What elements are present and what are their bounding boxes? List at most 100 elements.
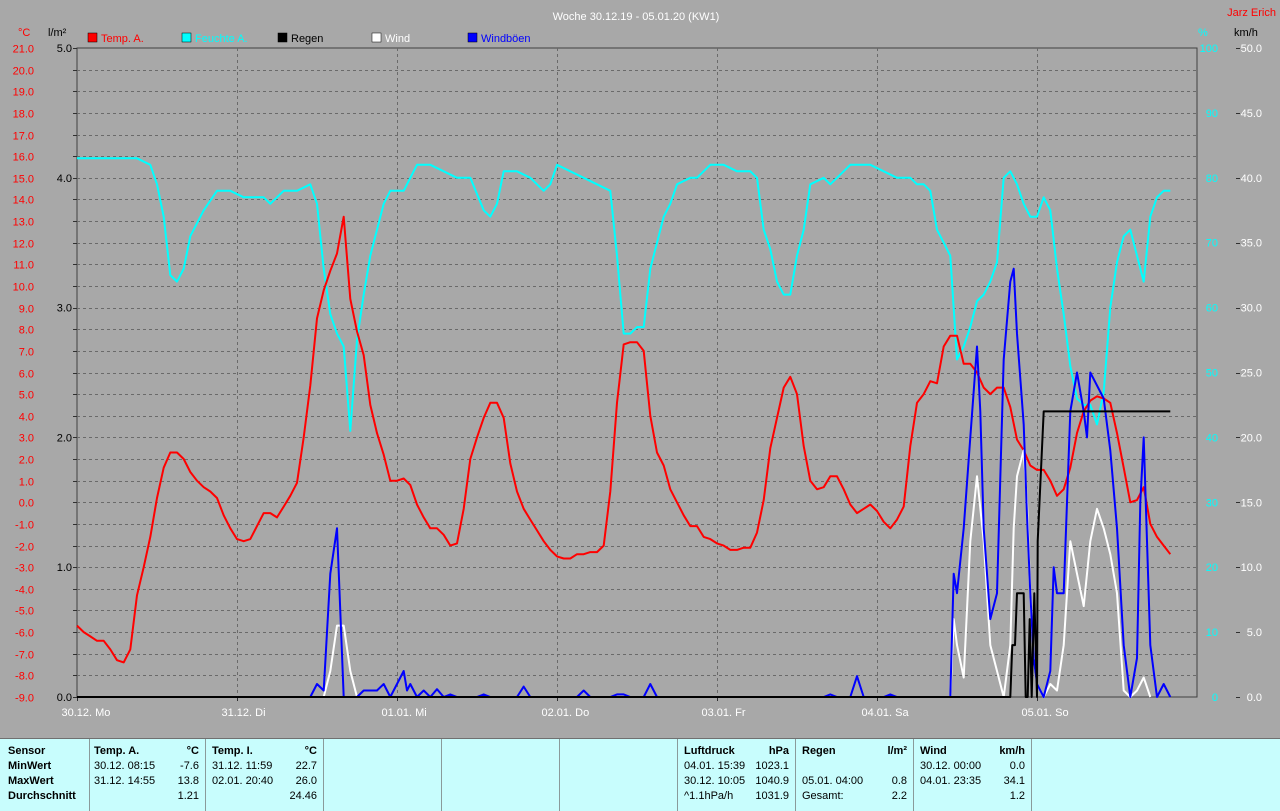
wind-tick-label: 40.0 xyxy=(1241,173,1262,185)
x-tick-label: 03.01. Fr xyxy=(702,707,746,719)
wind-max-time: 04.01. 23:35 xyxy=(920,775,982,787)
rain-tick-label: 3.0 xyxy=(57,303,72,315)
legend-swatch-3 xyxy=(371,32,382,43)
rain-tick-label: 4.0 xyxy=(57,173,72,185)
temp-i-max-value: 26.0 xyxy=(295,775,317,787)
temp-tick-label: 15.0 xyxy=(13,174,34,186)
temp-tick-label: -7.0 xyxy=(15,650,34,662)
wind-tick-label: 15.0 xyxy=(1241,497,1262,509)
regen-column: Regen l/m² 05.01. 04:00 0.8 Gesamt: 2.2 xyxy=(796,739,914,811)
temp-i-max-time: 02.01. 20:40 xyxy=(212,775,274,787)
temp-tick-label: 0.0 xyxy=(19,498,34,510)
temp-tick-label: 13.0 xyxy=(13,217,34,229)
humidity-tick-label: 100 xyxy=(1200,43,1218,55)
rain-tick-label: 0.0 xyxy=(57,692,72,704)
temp-a-unit: °C xyxy=(186,745,199,757)
temp-tick-label: 18.0 xyxy=(13,109,34,121)
plot-area xyxy=(76,47,1198,698)
temp-tick-label: -2.0 xyxy=(15,542,34,554)
temp-tick-label: 10.0 xyxy=(13,282,34,294)
minwert-label: MinWert xyxy=(8,760,52,772)
temp-tick-label: -6.0 xyxy=(15,628,34,640)
humidity-tick-label: 0 xyxy=(1212,692,1218,704)
weather-chart: 21.0 20.0 19.0 18.0 17.0 16.0 15.0 14.0 13.0 12.0… xyxy=(13,7,1276,719)
temp-i-header: Temp. I. xyxy=(212,745,253,757)
temp-i-avg-value: 24.46 xyxy=(289,790,317,802)
x-tick-label: 05.01. So xyxy=(1022,707,1069,719)
empty-column-2 xyxy=(442,739,560,811)
regen-header: Regen xyxy=(802,745,836,757)
humidity-tick-label: 50 xyxy=(1206,368,1218,380)
regen-max-value: 0.8 xyxy=(891,775,907,787)
luftdruck-trend: ^1.1hPa/h xyxy=(684,790,734,802)
temp-i-min-value: 22.7 xyxy=(295,760,317,772)
temp-tick-label: 6.0 xyxy=(19,369,34,381)
temp-a-max-value: 13.8 xyxy=(177,775,199,787)
temp-tick-label: 19.0 xyxy=(13,87,34,99)
wind-tick-label: 25.0 xyxy=(1241,368,1262,380)
humidity-tick-label: 90 xyxy=(1206,108,1218,120)
temp-tick-label: -4.0 xyxy=(15,585,34,597)
regen-unit: l/m² xyxy=(887,745,907,757)
temp-tick-label: 7.0 xyxy=(19,347,34,359)
rain-tick-label: 2.0 xyxy=(57,432,72,444)
humidity-tick-label: 80 xyxy=(1206,173,1218,185)
temp-tick-label: 5.0 xyxy=(19,390,34,402)
legend-swatch-1 xyxy=(181,32,192,43)
durchschnitt-label: Durchschnitt xyxy=(8,790,76,802)
temp-tick-label: -9.0 xyxy=(15,693,34,705)
humidity-tick-label: 10 xyxy=(1206,627,1218,639)
humidity-tick-label: 30 xyxy=(1206,497,1218,509)
humidity-tick-label: 20 xyxy=(1206,562,1218,574)
wind-tick-label: 0.0 xyxy=(1247,692,1262,704)
x-tick-label: 31.12. Di xyxy=(222,707,266,719)
regen-total-label: Gesamt: xyxy=(802,790,844,802)
legend-swatch-2 xyxy=(277,32,288,43)
rain-tick-label: 5.0 xyxy=(57,43,72,55)
luftdruck-min-time: 04.01. 15:39 xyxy=(684,760,746,772)
wind-tick-label: 35.0 xyxy=(1241,238,1262,250)
x-tick-label: 02.01. Do xyxy=(542,707,590,719)
luftdruck-avg-value: 1031.9 xyxy=(755,790,789,802)
temp-tick-label: -5.0 xyxy=(15,606,34,618)
temp-tick-label: 9.0 xyxy=(19,304,34,316)
wind-tick-label: 5.0 xyxy=(1247,627,1262,639)
temp-i-column: Temp. I. °C 31.12. 11:59 22.7 02.01. 20:… xyxy=(206,739,324,811)
wind-max-value: 34.1 xyxy=(1003,775,1025,787)
wind-axis-unit: km/h xyxy=(1234,27,1258,39)
temp-a-min-value: -7.6 xyxy=(180,760,199,772)
temp-tick-label: -1.0 xyxy=(15,520,34,532)
wind-header: Wind xyxy=(920,745,947,757)
temp-tick-label: 21.0 xyxy=(13,44,34,56)
wind-tick-label: 30.0 xyxy=(1241,303,1262,315)
statistics-table: Sensor MinWert MaxWert Durchschnitt Temp… xyxy=(0,738,1280,811)
temp-tick-label: 11.0 xyxy=(13,260,34,272)
temp-tick-label: -8.0 xyxy=(15,671,34,683)
wind-tick-label: 20.0 xyxy=(1241,432,1262,444)
legend-swatch-0 xyxy=(87,32,98,43)
legend-label-0: Temp. A. xyxy=(101,33,144,45)
temp-tick-label: 16.0 xyxy=(13,152,34,164)
humidity-tick-label: 40 xyxy=(1206,432,1218,444)
x-tick-label: 01.01. Mi xyxy=(382,707,427,719)
luftdruck-max-time: 30.12. 10:05 xyxy=(684,775,746,787)
rain-tick-label: 1.0 xyxy=(57,562,72,574)
wind-column: Wind km/h 30.12. 00:00 0.0 04.01. 23:35 … xyxy=(914,739,1032,811)
maxwert-label: MaxWert xyxy=(8,775,54,787)
humidity-tick-label: 60 xyxy=(1206,303,1218,315)
x-tick-label: 30.12. Mo xyxy=(62,707,111,719)
legend-label-3: Wind xyxy=(385,33,410,45)
legend-label-4: Windböen xyxy=(481,33,531,45)
wind-avg-value: 1.2 xyxy=(1009,790,1025,802)
temp-i-unit: °C xyxy=(304,745,317,757)
wind-tick-label: 10.0 xyxy=(1241,562,1262,574)
temp-tick-label: 12.0 xyxy=(13,239,34,251)
legend-swatch-4 xyxy=(467,32,478,43)
humidity-axis-unit: % xyxy=(1198,27,1208,39)
temp-a-min-time: 30.12. 08:15 xyxy=(94,760,156,772)
empty-column-3 xyxy=(560,739,678,811)
wind-tick-label: 45.0 xyxy=(1241,108,1262,120)
temp-axis-unit: °C xyxy=(18,27,30,39)
regen-max-time: 05.01. 04:00 xyxy=(802,775,864,787)
luftdruck-unit: hPa xyxy=(768,745,789,757)
